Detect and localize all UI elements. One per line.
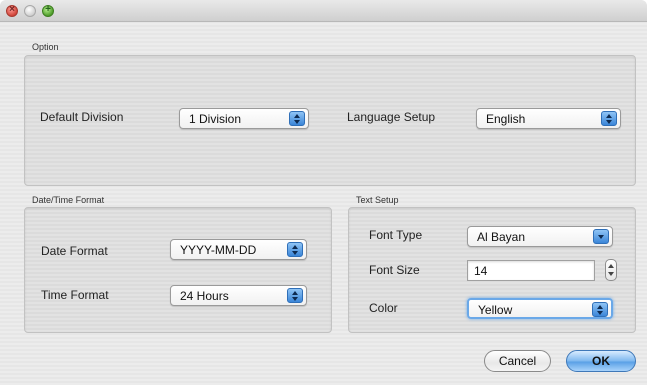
minimize-icon[interactable] bbox=[24, 5, 36, 17]
font-type-value: Al Bayan bbox=[477, 230, 526, 244]
language-setup-select[interactable]: English bbox=[476, 108, 621, 129]
default-division-label: Default Division bbox=[40, 110, 124, 124]
title-bar: × + bbox=[0, 0, 647, 22]
color-value: Yellow bbox=[478, 303, 513, 317]
popup-arrows-icon bbox=[289, 111, 305, 126]
ok-button[interactable]: OK bbox=[566, 350, 636, 372]
option-group: Default Division 1 Division Language Set… bbox=[24, 55, 636, 186]
default-division-value: 1 Division bbox=[189, 112, 242, 126]
default-division-select[interactable]: 1 Division bbox=[179, 108, 309, 129]
datetime-group-label: Date/Time Format bbox=[32, 195, 105, 205]
popup-arrows-icon bbox=[287, 288, 303, 303]
date-format-label: Date Format bbox=[41, 244, 108, 258]
date-format-value: YYYY-MM-DD bbox=[180, 243, 257, 257]
font-size-value: 14 bbox=[474, 264, 488, 278]
font-type-label: Font Type bbox=[369, 228, 423, 242]
close-icon[interactable]: × bbox=[6, 4, 18, 17]
time-format-select[interactable]: 24 Hours bbox=[170, 285, 307, 306]
popup-arrows-icon bbox=[601, 111, 617, 126]
dropdown-arrow-icon bbox=[593, 229, 609, 244]
zoom-icon[interactable]: + bbox=[42, 4, 54, 17]
color-label: Color bbox=[369, 301, 398, 315]
font-type-select[interactable]: Al Bayan bbox=[467, 226, 613, 247]
option-group-label: Option bbox=[32, 42, 59, 52]
date-format-select[interactable]: YYYY-MM-DD bbox=[170, 239, 307, 260]
text-setup-group-label: Text Setup bbox=[356, 195, 399, 205]
font-size-label: Font Size bbox=[369, 263, 420, 277]
time-format-value: 24 Hours bbox=[180, 289, 229, 303]
popup-arrows-icon bbox=[287, 242, 303, 257]
font-size-field[interactable]: 14 bbox=[467, 260, 595, 281]
text-setup-group: Font Type Al Bayan Font Size 14 Color Ye… bbox=[348, 207, 636, 333]
time-format-label: Time Format bbox=[41, 288, 109, 302]
language-setup-label: Language Setup bbox=[347, 110, 436, 124]
color-select[interactable]: Yellow bbox=[467, 298, 613, 319]
datetime-group: Date Format YYYY-MM-DD Time Format 24 Ho… bbox=[24, 207, 332, 333]
popup-arrows-icon bbox=[592, 302, 608, 317]
font-size-stepper[interactable] bbox=[605, 259, 617, 281]
language-setup-value: English bbox=[486, 112, 526, 126]
cancel-button[interactable]: Cancel bbox=[484, 350, 551, 372]
settings-window: × + Option Default Division 1 Division L… bbox=[0, 0, 647, 385]
